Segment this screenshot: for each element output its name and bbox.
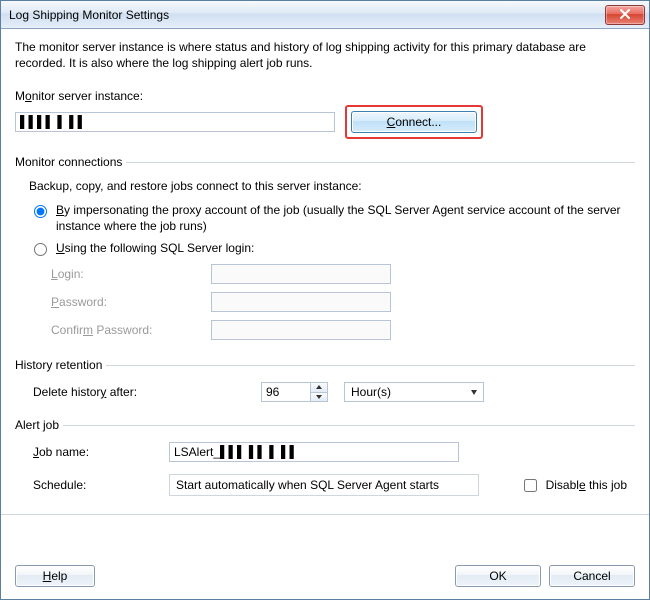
delete-history-label: Delete history after: [33,385,251,399]
confirm-password-input [211,320,391,340]
password-input [211,292,391,312]
dialog-content: The monitor server instance is where sta… [1,29,649,555]
titlebar: Log Shipping Monitor Settings [1,1,649,29]
radio-impersonate[interactable] [34,205,47,218]
password-label: Password: [51,295,211,309]
button-bar: Help OK Cancel [1,555,649,599]
monitor-instance-input[interactable] [15,112,335,132]
radio-impersonate-label: By impersonating the proxy account of th… [56,203,635,234]
separator [1,514,649,515]
monitor-connections-legend: Monitor connections [15,155,126,169]
ok-button[interactable]: OK [455,565,541,587]
schedule-label: Schedule: [33,478,169,492]
schedule-value: Start automatically when SQL Server Agen… [169,474,479,496]
cancel-button[interactable]: Cancel [549,565,635,587]
history-unit-combo[interactable]: Hour(s) [344,382,484,402]
chevron-down-icon [471,390,477,395]
login-label: Login: [51,267,211,281]
help-button[interactable]: Help [15,565,95,587]
alert-job-group: Alert job Job name: Schedule: Start auto… [15,418,635,496]
monitor-connections-group: Monitor connections Backup, copy, and re… [15,155,635,342]
window-title: Log Shipping Monitor Settings [9,8,605,22]
intro-text: The monitor server instance is where sta… [15,39,635,71]
connections-subtext: Backup, copy, and restore jobs connect t… [29,179,635,193]
radio-sql-login-label: Using the following SQL Server login: [56,241,254,257]
dialog-window: Log Shipping Monitor Settings The monito… [0,0,650,600]
confirm-password-label: Confirm Password: [51,323,211,337]
alert-job-legend: Alert job [15,418,63,432]
history-value-input[interactable] [262,383,310,401]
history-retention-legend: History retention [15,358,106,372]
job-name-label: Job name: [33,445,169,459]
radio-sql-login[interactable] [34,243,47,256]
close-button[interactable] [605,5,645,25]
history-unit-value: Hour(s) [351,385,391,399]
chevron-up-icon [316,385,322,389]
close-icon [619,8,631,20]
history-retention-group: History retention Delete history after: … [15,358,635,402]
chevron-down-icon [316,395,322,399]
history-spinner[interactable] [261,382,328,402]
spinner-down[interactable] [311,393,327,402]
disable-job-checkbox[interactable] [524,479,537,492]
job-name-input[interactable] [169,442,459,462]
monitor-instance-label: Monitor server instance: [15,89,143,103]
connect-button[interactable]: Connect... [351,111,477,133]
connect-highlight: Connect... [345,105,483,139]
spinner-up[interactable] [311,383,327,393]
login-input [211,264,391,284]
disable-job-label: Disable this job [546,478,627,492]
